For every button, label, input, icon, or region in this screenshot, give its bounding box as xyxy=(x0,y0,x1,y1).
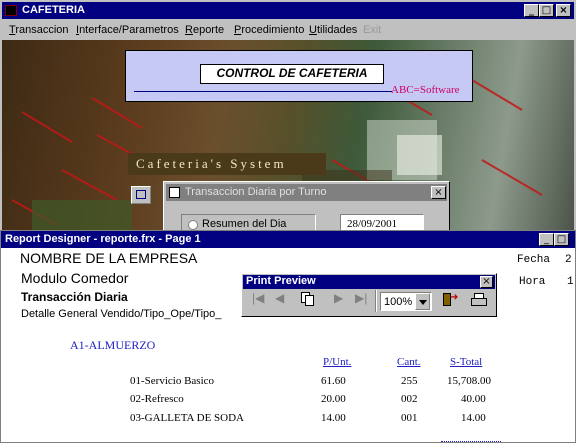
menu-procedimiento[interactable]: Procedimiento xyxy=(234,24,304,36)
previous-page-icon[interactable]: ◀ xyxy=(275,291,284,305)
print-preview-title: Print Preview xyxy=(246,275,316,287)
banner-title: CONTROL DE CAFETERIA xyxy=(216,66,368,80)
print-preview-title-bar: Print Preview × xyxy=(243,275,495,289)
report-module: Modulo Comedor xyxy=(21,270,129,286)
row-total: 40.00 xyxy=(461,393,486,405)
hora-value: 1 xyxy=(567,276,574,288)
col-qty-header: Cant. xyxy=(397,356,421,368)
menu-interface[interactable]: Interface/Parametros xyxy=(76,24,179,36)
banner-brand: ABC=Software xyxy=(391,84,460,96)
menu-utilidades-label: tilidades xyxy=(316,24,358,36)
row-item: 03-GALLETA DE SODA xyxy=(130,412,244,424)
menu-transaccion-label: ransaccion xyxy=(15,24,69,36)
dialog-close-button[interactable]: × xyxy=(431,186,446,199)
row-qty: 255 xyxy=(401,375,418,387)
menu-utilidades[interactable]: Utilidades xyxy=(309,24,357,36)
exit-preview-icon[interactable]: ➜ xyxy=(441,292,459,308)
menu-reporte-accel: R xyxy=(185,24,193,36)
app-icon xyxy=(5,5,17,16)
row-price: 20.00 xyxy=(321,393,346,405)
menu-procedimiento-label: rocedimiento xyxy=(241,24,305,36)
fecha-value: 2 xyxy=(565,254,572,266)
last-page-icon[interactable]: ▶| xyxy=(355,291,367,305)
maximize-button[interactable]: □ xyxy=(539,4,554,17)
exit-arrow-icon: ➜ xyxy=(450,292,459,303)
report-company: NOMBRE DE LA EMPRESA xyxy=(20,250,198,266)
report-window: Report Designer - reporte.frx - Page 1 _… xyxy=(0,230,576,443)
toolbar-separator xyxy=(375,290,377,312)
dialog-title: Transaccion Diaria por Turno xyxy=(185,186,327,198)
next-page-icon[interactable]: ▶ xyxy=(334,291,343,305)
row-qty: 002 xyxy=(401,393,418,405)
group-heading: A1-ALMUERZO xyxy=(70,338,156,352)
go-to-page-icon[interactable] xyxy=(301,292,315,306)
system-label: Cafeteria's System xyxy=(136,156,287,171)
system-label-box: Cafeteria's System xyxy=(128,153,326,175)
banner-divider xyxy=(134,91,392,92)
menu-exit[interactable]: Exit xyxy=(363,24,381,36)
table-row: 03-GALLETA DE SODA 14.00 001 14.00 xyxy=(1,412,575,428)
printer-body xyxy=(471,298,487,306)
radio-label: Resumen del Dia xyxy=(202,218,287,230)
window-icon xyxy=(136,190,146,199)
col-total-header: S-Total xyxy=(450,356,483,368)
row-total: 15,708.00 xyxy=(447,375,491,387)
main-window-title: CAFETERIA xyxy=(22,4,85,16)
table-row: 02-Refresco 20.00 002 40.00 xyxy=(1,393,575,409)
row-price: 14.00 xyxy=(321,412,346,424)
zoom-select[interactable]: 100% xyxy=(380,292,432,311)
banner-title-box: CONTROL DE CAFETERIA xyxy=(200,64,384,84)
report-detail: Detalle General Vendido/Tipo_Ope/Tipo_ xyxy=(21,308,222,320)
col-price-header: P/Unt. xyxy=(323,356,352,368)
row-price: 61.60 xyxy=(321,375,346,387)
row-total: 14.00 xyxy=(461,412,486,424)
printer-paper xyxy=(474,293,484,299)
hora-label: Hora xyxy=(519,276,546,288)
transaction-dialog: Transaccion Diaria por Turno × Resumen d… xyxy=(163,181,450,232)
chevron-down-icon xyxy=(419,300,427,305)
go-to-page-front xyxy=(305,295,314,306)
row-item: 02-Refresco xyxy=(130,393,184,405)
menu-reporte-label: eporte xyxy=(192,24,225,36)
report-window-title: Report Designer - reporte.frx - Page 1 xyxy=(5,233,201,245)
fecha-label: Fecha xyxy=(517,254,551,266)
report-title-bar: Report Designer - reporte.frx - Page 1 _… xyxy=(1,231,575,248)
dialog-title-bar: Transaccion Diaria por Turno × xyxy=(166,184,447,201)
print-icon[interactable] xyxy=(471,293,487,307)
row-qty: 001 xyxy=(401,412,418,424)
dialog-icon xyxy=(169,187,180,198)
menu-transaccion[interactable]: Transaccion xyxy=(9,24,69,36)
menu-interface-label: nterface/Parametros xyxy=(79,24,179,36)
table-row: 01-Servicio Basico 61.60 255 15,708.00 xyxy=(1,375,575,391)
banner: CONTROL DE CAFETERIA ABC=Software xyxy=(125,50,473,102)
zoom-value: 100% xyxy=(384,296,413,308)
menu-utilidades-accel: U xyxy=(309,24,317,36)
report-transaction: Transacción Diaria xyxy=(21,290,128,304)
row-item: 01-Servicio Basico xyxy=(130,375,215,387)
main-title-bar: CAFETERIA _ □ × xyxy=(2,2,574,19)
first-page-icon[interactable]: |◀ xyxy=(252,291,264,305)
report-restore-button[interactable]: □ xyxy=(554,233,569,246)
radio-circle xyxy=(188,220,198,230)
menu-reporte[interactable]: Reporte xyxy=(185,24,224,36)
close-button[interactable]: × xyxy=(556,4,571,17)
date-value: 28/09/2001 xyxy=(347,218,398,230)
desktop-icon-button[interactable] xyxy=(131,186,151,204)
zoom-dropdown-button[interactable] xyxy=(415,293,430,310)
report-minimize-button[interactable]: _ xyxy=(539,233,554,246)
minimize-button[interactable]: _ xyxy=(524,4,539,17)
print-preview-close-button[interactable]: × xyxy=(480,276,493,288)
